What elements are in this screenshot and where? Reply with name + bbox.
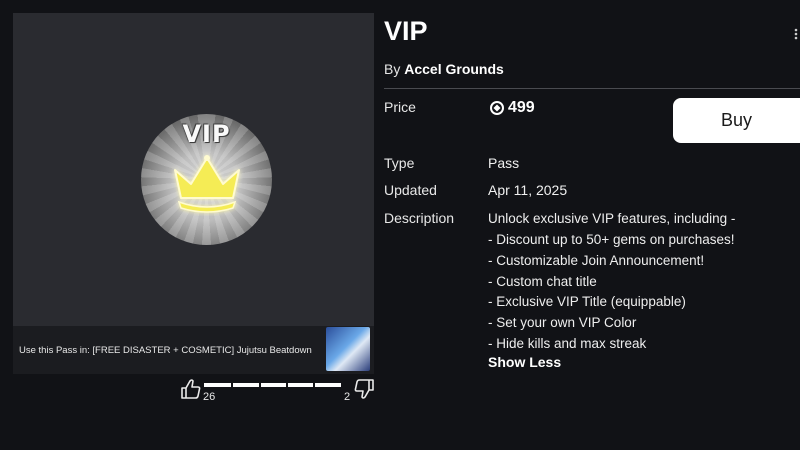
description-line: - Custom chat title bbox=[488, 274, 597, 289]
crown-icon bbox=[174, 155, 240, 213]
robux-icon bbox=[490, 101, 504, 115]
thumbs-down-icon[interactable] bbox=[353, 378, 375, 400]
divider bbox=[384, 88, 800, 89]
more-options-icon[interactable] bbox=[793, 28, 799, 40]
by-prefix: By bbox=[384, 61, 401, 77]
vote-bar-divider bbox=[313, 383, 315, 387]
description-line: Unlock exclusive VIP features, including… bbox=[488, 211, 736, 226]
upvote-count: 26 bbox=[203, 391, 216, 403]
vip-badge-image: VIP bbox=[141, 114, 272, 245]
creator-byline: By Accel Grounds bbox=[384, 61, 504, 77]
updated-value: Apr 11, 2025 bbox=[488, 182, 568, 198]
description-line: - Discount up to 50+ gems on purchases! bbox=[488, 232, 735, 247]
type-label: Type bbox=[384, 155, 415, 171]
item-thumbnail-panel: VIP Use this Pass in: [FREE DISASTER + C… bbox=[13, 13, 374, 374]
thumbs-up-icon[interactable] bbox=[180, 378, 202, 400]
badge-vip-text: VIP bbox=[182, 120, 231, 148]
price-amount: 499 bbox=[508, 99, 535, 116]
item-title: VIP bbox=[384, 16, 428, 46]
game-thumbnail[interactable] bbox=[326, 327, 370, 371]
vote-bar-divider bbox=[259, 383, 261, 387]
description-line: - Set your own VIP Color bbox=[488, 315, 637, 330]
use-pass-text[interactable]: Use this Pass in: [FREE DISASTER + COSME… bbox=[19, 345, 312, 356]
creator-link[interactable]: Accel Grounds bbox=[404, 61, 504, 77]
updated-label: Updated bbox=[384, 182, 437, 198]
buy-button[interactable]: Buy bbox=[673, 98, 800, 143]
vote-row: 26 2 bbox=[180, 378, 375, 406]
description-line: - Hide kills and max streak bbox=[488, 336, 647, 351]
description-label: Description bbox=[384, 210, 455, 226]
price-value: 499 bbox=[490, 99, 535, 117]
price-label: Price bbox=[384, 99, 416, 115]
description-line: - Customizable Join Announcement! bbox=[488, 253, 705, 268]
type-value: Pass bbox=[488, 155, 520, 171]
vote-bar-divider bbox=[286, 383, 288, 387]
vote-ratio-bar bbox=[204, 383, 341, 387]
show-less-button[interactable]: Show Less bbox=[488, 354, 561, 370]
use-pass-bar[interactable]: Use this Pass in: [FREE DISASTER + COSME… bbox=[13, 326, 374, 374]
vote-bar-divider bbox=[231, 383, 233, 387]
downvote-count: 2 bbox=[344, 391, 351, 403]
description-line: - Exclusive VIP Title (equippable) bbox=[488, 294, 686, 309]
